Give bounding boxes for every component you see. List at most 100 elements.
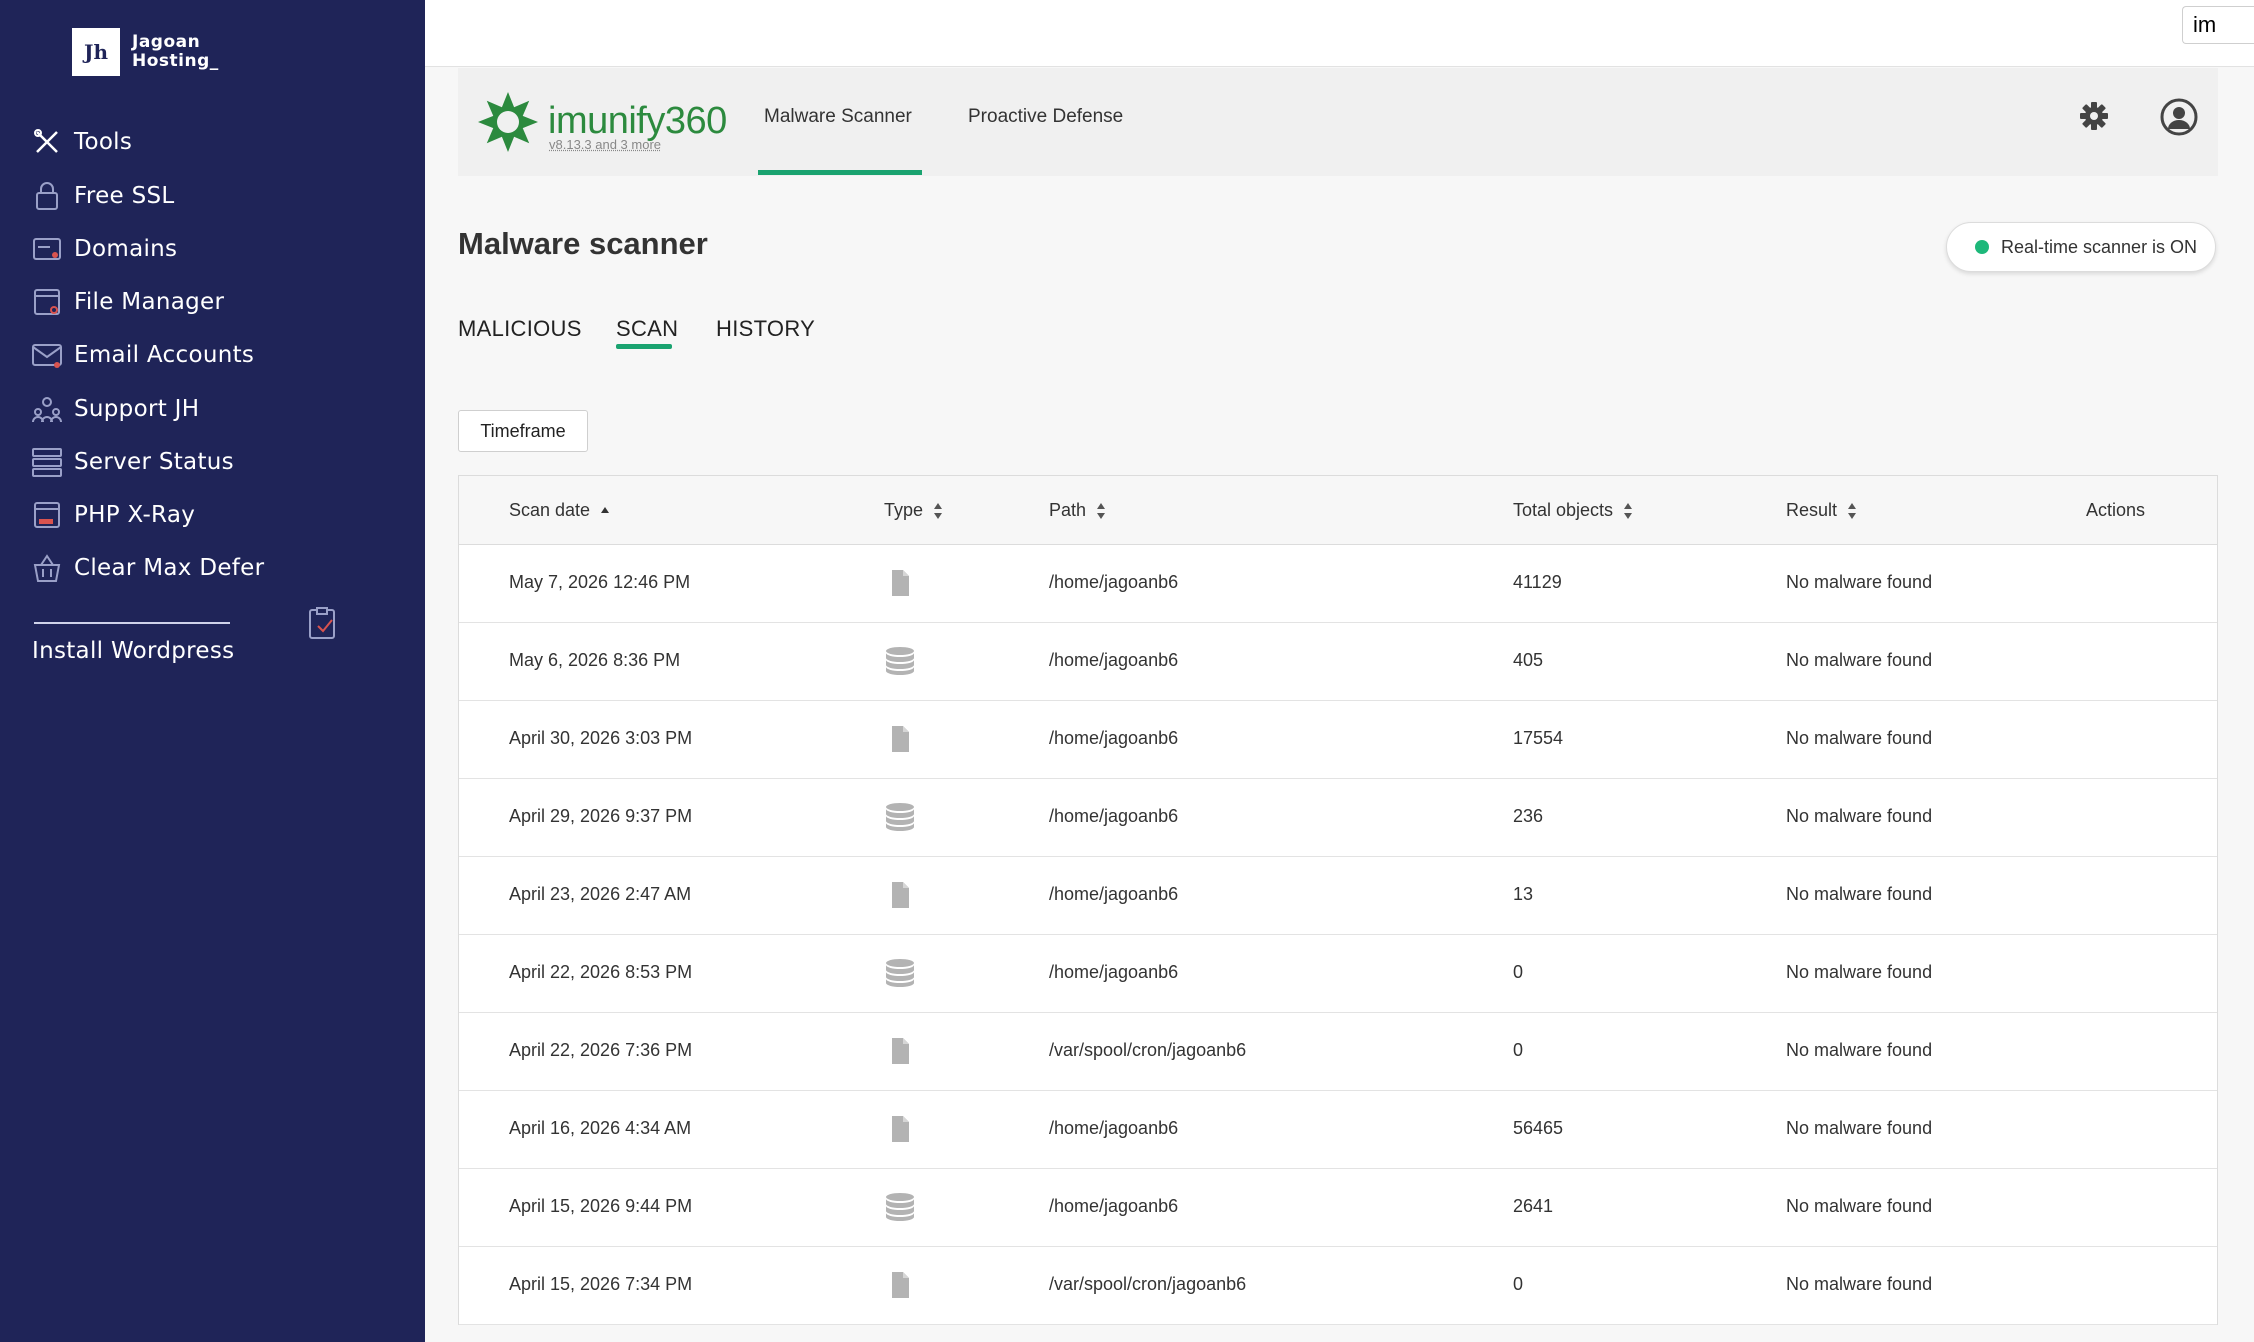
cell-scan-date: May 6, 2026 8:36 PM xyxy=(509,650,681,670)
sidebar-item-label: File Manager xyxy=(74,289,225,315)
cell-path: /home/jagoanb6 xyxy=(1049,572,1179,592)
column-header-label: Result xyxy=(1786,500,1838,520)
column-header-actions: Actions xyxy=(2086,500,2145,521)
cell-result: No malware found xyxy=(1786,728,1933,748)
server-icon xyxy=(30,445,64,479)
sidebar-item-label: Server Status xyxy=(74,449,234,475)
cell-total-objects: 405 xyxy=(1513,650,1544,670)
file-icon xyxy=(883,1112,917,1146)
table-row[interactable]: April 30, 2026 3:03 PM/home/jagoanb6 1755… xyxy=(459,700,2217,779)
table-row[interactable]: April 16, 2026 4:34 AM/home/jagoanb6 5646… xyxy=(459,1090,2217,1169)
cell-total-objects: 0 xyxy=(1513,962,1524,982)
table-row[interactable]: May 6, 2026 8:36 PM/home/jagoanb6 405 No m… xyxy=(459,622,2217,701)
cell-result: No malware found xyxy=(1786,806,1933,826)
timeframe-button[interactable]: Timeframe xyxy=(458,410,588,452)
table-row[interactable]: April 29, 2026 9:37 PM/home/jagoanb6 236 N… xyxy=(459,778,2217,857)
column-header-total-objects[interactable]: Total objects xyxy=(1513,500,1633,521)
realtime-scanner-status[interactable]: Real-time scanner is ON xyxy=(1946,222,2216,272)
imunify-version[interactable]: v8.13.3 and 3 more xyxy=(549,137,661,152)
brand-line-1: Jagoan xyxy=(132,32,201,52)
table-row[interactable]: April 15, 2026 7:34 PM/var/spool/cron/ja… xyxy=(459,1246,2217,1325)
column-header-label: Type xyxy=(884,500,924,520)
gear-icon[interactable] xyxy=(2078,100,2110,132)
table-row[interactable]: April 23, 2026 2:47 AM/home/jagoanb6 13 No… xyxy=(459,856,2217,935)
sort-icon xyxy=(1848,502,1857,519)
sidebar-item-label: Free SSL xyxy=(74,183,175,209)
sidebar-item-server-status[interactable]: Server Status xyxy=(30,442,234,482)
database-icon xyxy=(883,956,917,990)
cell-path: /home/jagoanb6 xyxy=(1049,728,1179,748)
cell-path: /home/jagoanb6 xyxy=(1049,1118,1179,1138)
tab-malicious[interactable]: MALICIOUS xyxy=(458,316,582,342)
column-header-label: Actions xyxy=(2086,500,2146,520)
install-wordpress-link[interactable]: Install Wordpress xyxy=(32,638,234,664)
user-avatar-icon[interactable] xyxy=(2160,98,2198,136)
cell-result: No malware found xyxy=(1786,572,1933,592)
cell-path: /home/jagoanb6 xyxy=(1049,1196,1179,1216)
domain-icon xyxy=(30,232,64,266)
sort-icon xyxy=(934,502,943,519)
active-subtab-indicator xyxy=(616,344,672,349)
cell-scan-date: April 15, 2026 9:44 PM xyxy=(509,1196,693,1216)
sidebar-item-file-manager[interactable]: File Manager xyxy=(30,282,224,322)
table-row[interactable]: April 22, 2026 8:53 PM/home/jagoanb6 0 No … xyxy=(459,934,2217,1013)
file-manager-icon xyxy=(30,285,64,319)
column-header-result[interactable]: Result xyxy=(1786,500,1857,521)
sidebar-item-free-ssl[interactable]: Free SSL xyxy=(30,176,175,216)
sidebar-item-support-jh[interactable]: Support JH xyxy=(30,389,199,429)
sidebar-item-domains[interactable]: Domains xyxy=(30,229,177,269)
scan-table: Scan date Type Path Total objects Result… xyxy=(458,475,2218,1325)
tab-proactive-defense[interactable]: Proactive Defense xyxy=(968,106,1123,128)
cell-scan-date: April 22, 2026 8:53 PM xyxy=(509,962,693,982)
cell-scan-date: May 7, 2026 12:46 PM xyxy=(509,572,691,592)
basket-icon xyxy=(30,551,64,585)
cell-total-objects: 56465 xyxy=(1513,1118,1564,1138)
column-header-label: Total objects xyxy=(1513,500,1614,520)
table-row[interactable]: May 7, 2026 12:46 PM/home/jagoanb6 41129 N… xyxy=(459,544,2217,623)
imunify-logo-icon xyxy=(476,90,540,154)
clipboard-icon[interactable] xyxy=(306,606,342,642)
cell-path: /home/jagoanb6 xyxy=(1049,806,1179,826)
tab-scan[interactable]: SCAN xyxy=(616,316,678,342)
status-dot-icon xyxy=(1975,240,1989,254)
sidebar: Jh Jagoan Hosting_ Tools Free SSL Domain… xyxy=(0,0,425,1342)
database-icon xyxy=(883,1190,917,1224)
cell-total-objects: 41129 xyxy=(1513,572,1562,592)
cell-path: /home/jagoanb6 xyxy=(1049,962,1179,982)
file-icon xyxy=(883,722,917,756)
php-icon xyxy=(30,498,64,532)
cell-scan-date: April 30, 2026 3:03 PM xyxy=(509,728,693,748)
table-row[interactable]: April 22, 2026 7:36 PM/var/spool/cron/ja… xyxy=(459,1012,2217,1091)
sidebar-item-clear-max-defer[interactable]: Clear Max Defer xyxy=(30,548,264,588)
cell-total-objects: 0 xyxy=(1513,1040,1524,1060)
table-row[interactable]: April 15, 2026 9:44 PM/home/jagoanb6 2641… xyxy=(459,1168,2217,1247)
cell-path: /home/jagoanb6 xyxy=(1049,650,1179,670)
sort-asc-icon xyxy=(601,506,610,513)
sidebar-item-tools[interactable]: Tools xyxy=(30,122,132,162)
column-header-type[interactable]: Type xyxy=(884,500,943,521)
brand[interactable]: Jh Jagoan Hosting_ xyxy=(72,28,219,76)
cell-path: /var/spool/cron/jagoanb6 xyxy=(1049,1274,1247,1294)
cell-result: No malware found xyxy=(1786,1196,1933,1216)
column-header-path[interactable]: Path xyxy=(1049,500,1106,521)
sidebar-item-label: Domains xyxy=(74,236,178,262)
cell-scan-date: April 15, 2026 7:34 PM xyxy=(509,1274,693,1294)
table-header: Scan date Type Path Total objects Result… xyxy=(459,476,2217,545)
brand-logo: Jh xyxy=(72,28,120,76)
tab-history[interactable]: HISTORY xyxy=(716,316,815,342)
sidebar-item-php-x-ray[interactable]: PHP X-Ray xyxy=(30,495,195,535)
column-header-label: Path xyxy=(1049,500,1087,520)
cell-scan-date: April 22, 2026 7:36 PM xyxy=(509,1040,693,1060)
search-input[interactable] xyxy=(2182,6,2254,44)
column-header-scan-date[interactable]: Scan date xyxy=(509,500,610,521)
cell-path: /var/spool/cron/jagoanb6 xyxy=(1049,1040,1247,1060)
sidebar-item-label: PHP X-Ray xyxy=(74,502,196,528)
tab-malware-scanner[interactable]: Malware Scanner xyxy=(764,106,912,128)
cell-total-objects: 236 xyxy=(1513,806,1544,826)
page-title: Malware scanner xyxy=(458,226,708,261)
cell-scan-date: April 23, 2026 2:47 AM xyxy=(509,884,692,904)
sidebar-item-email-accounts[interactable]: Email Accounts xyxy=(30,335,254,375)
cell-scan-date: April 16, 2026 4:34 AM xyxy=(509,1118,692,1138)
cell-total-objects: 0 xyxy=(1513,1274,1524,1294)
brand-line-2: Hosting_ xyxy=(132,51,219,71)
